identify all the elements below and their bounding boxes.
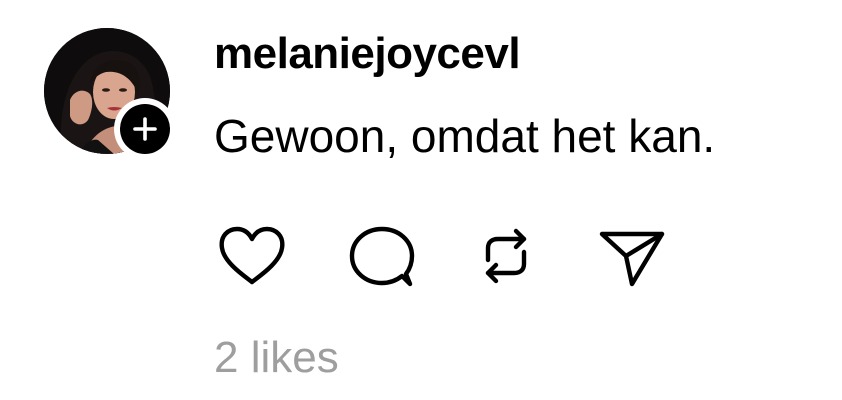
repost-icon — [485, 228, 527, 284]
heart-icon — [219, 226, 285, 285]
repost-button[interactable] — [466, 220, 546, 292]
send-icon — [599, 231, 665, 287]
thread-post: melaniejoycevl Gewoon, omdat het kan. 2 … — [0, 0, 842, 400]
likes-count[interactable]: 2 likes — [214, 332, 339, 384]
comment-icon — [349, 226, 415, 287]
post-text: Gewoon, omdat het kan. — [214, 110, 716, 162]
comment-button[interactable] — [342, 220, 422, 292]
like-button[interactable] — [212, 220, 292, 292]
follow-button[interactable] — [114, 98, 176, 160]
plus-icon — [133, 117, 157, 141]
author-username[interactable]: melaniejoycevl — [214, 28, 521, 80]
author-avatar-group — [44, 28, 176, 160]
share-button[interactable] — [592, 220, 672, 292]
follow-badge-circle — [120, 104, 170, 154]
